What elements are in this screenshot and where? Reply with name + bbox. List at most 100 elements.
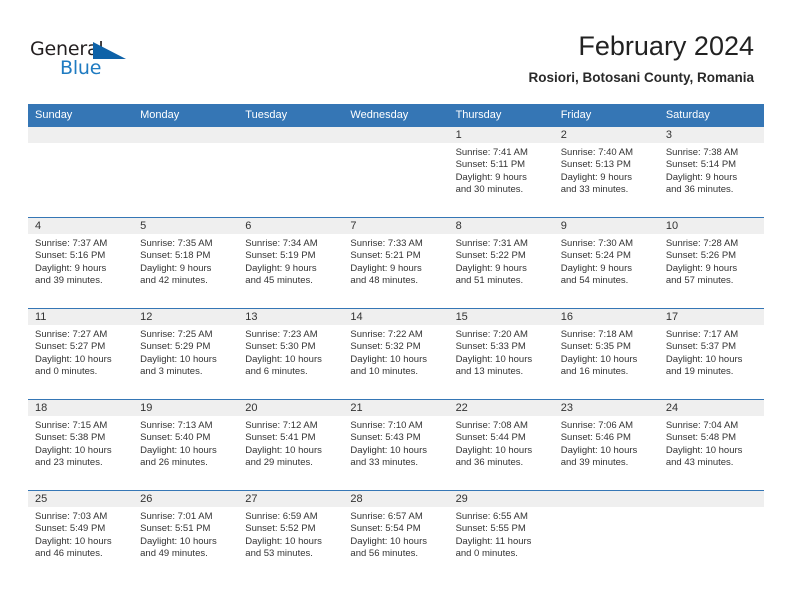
calendar-day-cell[interactable]: 1 Sunrise: 7:41 AM Sunset: 5:11 PM Daylight… — [448, 126, 554, 218]
day-number: 7 — [343, 218, 449, 234]
calendar-header-row: Sunday Monday Tuesday Wednesday Thursday Frid… — [28, 104, 764, 127]
day-number-band — [553, 491, 659, 507]
calendar-day-cell[interactable]: 10 Sunrise: 7:28 AM Sunset: 5:26 PM Dayligh… — [658, 217, 764, 309]
weekday-header-tuesday: Tuesday — [238, 104, 344, 127]
calendar-day-cell-empty — [28, 126, 134, 218]
sunset-text: Sunset: 5:11 PM — [455, 159, 526, 171]
day-number-band — [658, 491, 764, 507]
calendar-day-cell[interactable]: 15 Sunrise: 7:20 AM Sunset: 5:33 PM Dayligh… — [448, 308, 554, 400]
calendar-day-cell[interactable]: 9 Sunrise: 7:30 AM Sunset: 5:24 PM Daylight… — [553, 217, 659, 309]
sunrise-text: Sunrise: 7:08 AM — [455, 420, 528, 431]
day-details: Sunrise: 7:04 AM Sunset: 5:48 PM Daylight:… — [659, 416, 764, 470]
calendar-day-cell[interactable]: 5 Sunrise: 7:35 AM Sunset: 5:18 PM Daylight… — [133, 217, 239, 309]
day-details: Sunrise: 7:03 AM Sunset: 5:49 PM Daylight:… — [28, 507, 133, 561]
day-number: 9 — [553, 218, 659, 234]
calendar-day-cell[interactable]: 21 Sunrise: 7:10 AM Sunset: 5:43 PM Dayligh… — [343, 399, 449, 491]
calendar-day-cell[interactable]: 3 Sunrise: 7:38 AM Sunset: 5:14 PM Daylight… — [658, 126, 764, 218]
calendar-day-cell[interactable]: 20 Sunrise: 7:12 AM Sunset: 5:41 PM Dayligh… — [238, 399, 344, 491]
sunset-text: Sunset: 5:37 PM — [665, 341, 737, 353]
calendar-day-cell[interactable]: 14 Sunrise: 7:22 AM Sunset: 5:32 PM Dayligh… — [343, 308, 449, 400]
daylight-text: and 33 minutes. — [350, 457, 419, 469]
sunrise-text: Sunrise: 7:20 AM — [455, 329, 528, 340]
daylight-text: Daylight: 10 hours — [245, 535, 322, 547]
calendar-day-cell-empty — [658, 490, 764, 582]
daylight-text: and 54 minutes. — [560, 275, 629, 287]
calendar-day-cell[interactable]: 24 Sunrise: 7:04 AM Sunset: 5:48 PM Dayligh… — [658, 399, 764, 491]
day-details: Sunrise: 7:37 AM Sunset: 5:16 PM Daylight:… — [28, 234, 133, 288]
daylight-text: and 26 minutes. — [140, 457, 208, 469]
daylight-text: and 3 minutes. — [140, 366, 203, 378]
calendar-day-cell[interactable]: 18 Sunrise: 7:15 AM Sunset: 5:38 PM Dayligh… — [28, 399, 134, 491]
sunset-text: Sunset: 5:26 PM — [665, 250, 737, 262]
day-number: 4 — [28, 218, 134, 234]
sunset-text: Sunset: 5:40 PM — [140, 432, 211, 444]
calendar-day-cell[interactable]: 29 Sunrise: 6:55 AM Sunset: 5:55 PM Dayligh… — [448, 490, 554, 582]
day-details: Sunrise: 6:57 AM Sunset: 5:54 PM Daylight:… — [343, 507, 448, 561]
daylight-text: and 42 minutes. — [140, 275, 208, 287]
calendar-day-cell[interactable]: 11 Sunrise: 7:27 AM Sunset: 5:27 PM Dayligh… — [28, 308, 134, 400]
sunset-text: Sunset: 5:16 PM — [35, 250, 106, 262]
daylight-text: Daylight: 10 hours — [35, 444, 112, 456]
daylight-text: and 23 minutes. — [35, 457, 103, 469]
daylight-text: Daylight: 10 hours — [665, 353, 743, 365]
sunrise-text: Sunrise: 6:57 AM — [350, 511, 423, 522]
weekday-header-monday: Monday — [133, 104, 239, 127]
day-details: Sunrise: 7:31 AM Sunset: 5:22 PM Daylight:… — [449, 234, 554, 288]
daylight-text: Daylight: 9 hours — [455, 171, 527, 183]
weekday-header-friday: Friday — [553, 104, 659, 127]
daylight-text: Daylight: 10 hours — [455, 444, 533, 456]
day-number: 26 — [133, 491, 239, 507]
daylight-text: Daylight: 10 hours — [350, 353, 427, 365]
day-details: Sunrise: 7:33 AM Sunset: 5:21 PM Daylight:… — [343, 234, 448, 288]
day-number-band — [133, 127, 239, 143]
daylight-text: Daylight: 11 hours — [455, 535, 532, 547]
sunrise-text: Sunrise: 7:33 AM — [350, 238, 423, 249]
daylight-text: and 46 minutes. — [35, 548, 103, 560]
day-number: 22 — [448, 400, 554, 416]
sunrise-text: Sunrise: 7:04 AM — [665, 420, 739, 431]
daylight-text: Daylight: 9 hours — [665, 262, 738, 274]
daylight-text: and 39 minutes. — [35, 275, 103, 287]
calendar-day-cell[interactable]: 28 Sunrise: 6:57 AM Sunset: 5:54 PM Dayligh… — [343, 490, 449, 582]
calendar-day-cell[interactable]: 17 Sunrise: 7:17 AM Sunset: 5:37 PM Dayligh… — [658, 308, 764, 400]
daylight-text: and 33 minutes. — [560, 184, 629, 196]
calendar-day-cell[interactable]: 2 Sunrise: 7:40 AM Sunset: 5:13 PM Daylight… — [553, 126, 659, 218]
calendar-day-cell[interactable]: 12 Sunrise: 7:25 AM Sunset: 5:29 PM Dayligh… — [133, 308, 239, 400]
sunset-text: Sunset: 5:54 PM — [350, 523, 421, 535]
calendar-day-cell[interactable]: 27 Sunrise: 6:59 AM Sunset: 5:52 PM Dayligh… — [238, 490, 344, 582]
calendar-day-cell[interactable]: 8 Sunrise: 7:31 AM Sunset: 5:22 PM Daylight… — [448, 217, 554, 309]
day-details: Sunrise: 7:12 AM Sunset: 5:41 PM Daylight:… — [238, 416, 343, 470]
general-blue-logo[interactable]: General Blue — [30, 38, 145, 82]
calendar-day-cell[interactable]: 6 Sunrise: 7:34 AM Sunset: 5:19 PM Daylight… — [238, 217, 344, 309]
calendar-week-row: 11 Sunrise: 7:27 AM Sunset: 5:27 PM Dayligh… — [28, 308, 764, 400]
calendar-day-cell[interactable]: 4 Sunrise: 7:37 AM Sunset: 5:16 PM Daylight… — [28, 217, 134, 309]
daylight-text: Daylight: 10 hours — [35, 535, 112, 547]
calendar-day-cell[interactable]: 16 Sunrise: 7:18 AM Sunset: 5:35 PM Dayligh… — [553, 308, 659, 400]
calendar-day-cell[interactable]: 25 Sunrise: 7:03 AM Sunset: 5:49 PM Dayligh… — [28, 490, 134, 582]
calendar-day-cell[interactable]: 26 Sunrise: 7:01 AM Sunset: 5:51 PM Dayligh… — [133, 490, 239, 582]
daylight-text: Daylight: 9 hours — [35, 262, 107, 274]
calendar-day-cell-empty — [553, 490, 659, 582]
calendar-day-cell[interactable]: 23 Sunrise: 7:06 AM Sunset: 5:46 PM Dayligh… — [553, 399, 659, 491]
calendar-week-row: 4 Sunrise: 7:37 AM Sunset: 5:16 PM Daylight… — [28, 217, 764, 309]
sunset-text: Sunset: 5:41 PM — [245, 432, 316, 444]
daylight-text: and 43 minutes. — [665, 457, 734, 469]
calendar-day-cell[interactable]: 19 Sunrise: 7:13 AM Sunset: 5:40 PM Dayligh… — [133, 399, 239, 491]
day-details: Sunrise: 7:06 AM Sunset: 5:46 PM Daylight:… — [554, 416, 659, 470]
sunset-text: Sunset: 5:51 PM — [140, 523, 211, 535]
daylight-text: Daylight: 10 hours — [245, 353, 322, 365]
day-details: Sunrise: 7:08 AM Sunset: 5:44 PM Daylight:… — [449, 416, 554, 470]
sunrise-text: Sunrise: 7:30 AM — [560, 238, 634, 249]
sunset-text: Sunset: 5:19 PM — [245, 250, 316, 262]
page-title: February 2024 — [578, 31, 754, 61]
daylight-text: and 39 minutes. — [560, 457, 629, 469]
calendar-day-cell[interactable]: 22 Sunrise: 7:08 AM Sunset: 5:44 PM Dayligh… — [448, 399, 554, 491]
sunrise-text: Sunrise: 7:35 AM — [140, 238, 213, 249]
day-number: 24 — [658, 400, 764, 416]
day-number-band — [238, 127, 344, 143]
sunset-text: Sunset: 5:43 PM — [350, 432, 421, 444]
daylight-text: and 13 minutes. — [455, 366, 524, 378]
daylight-text: and 19 minutes. — [665, 366, 734, 378]
calendar-day-cell[interactable]: 7 Sunrise: 7:33 AM Sunset: 5:21 PM Daylight… — [343, 217, 449, 309]
calendar-day-cell[interactable]: 13 Sunrise: 7:23 AM Sunset: 5:30 PM Dayligh… — [238, 308, 344, 400]
